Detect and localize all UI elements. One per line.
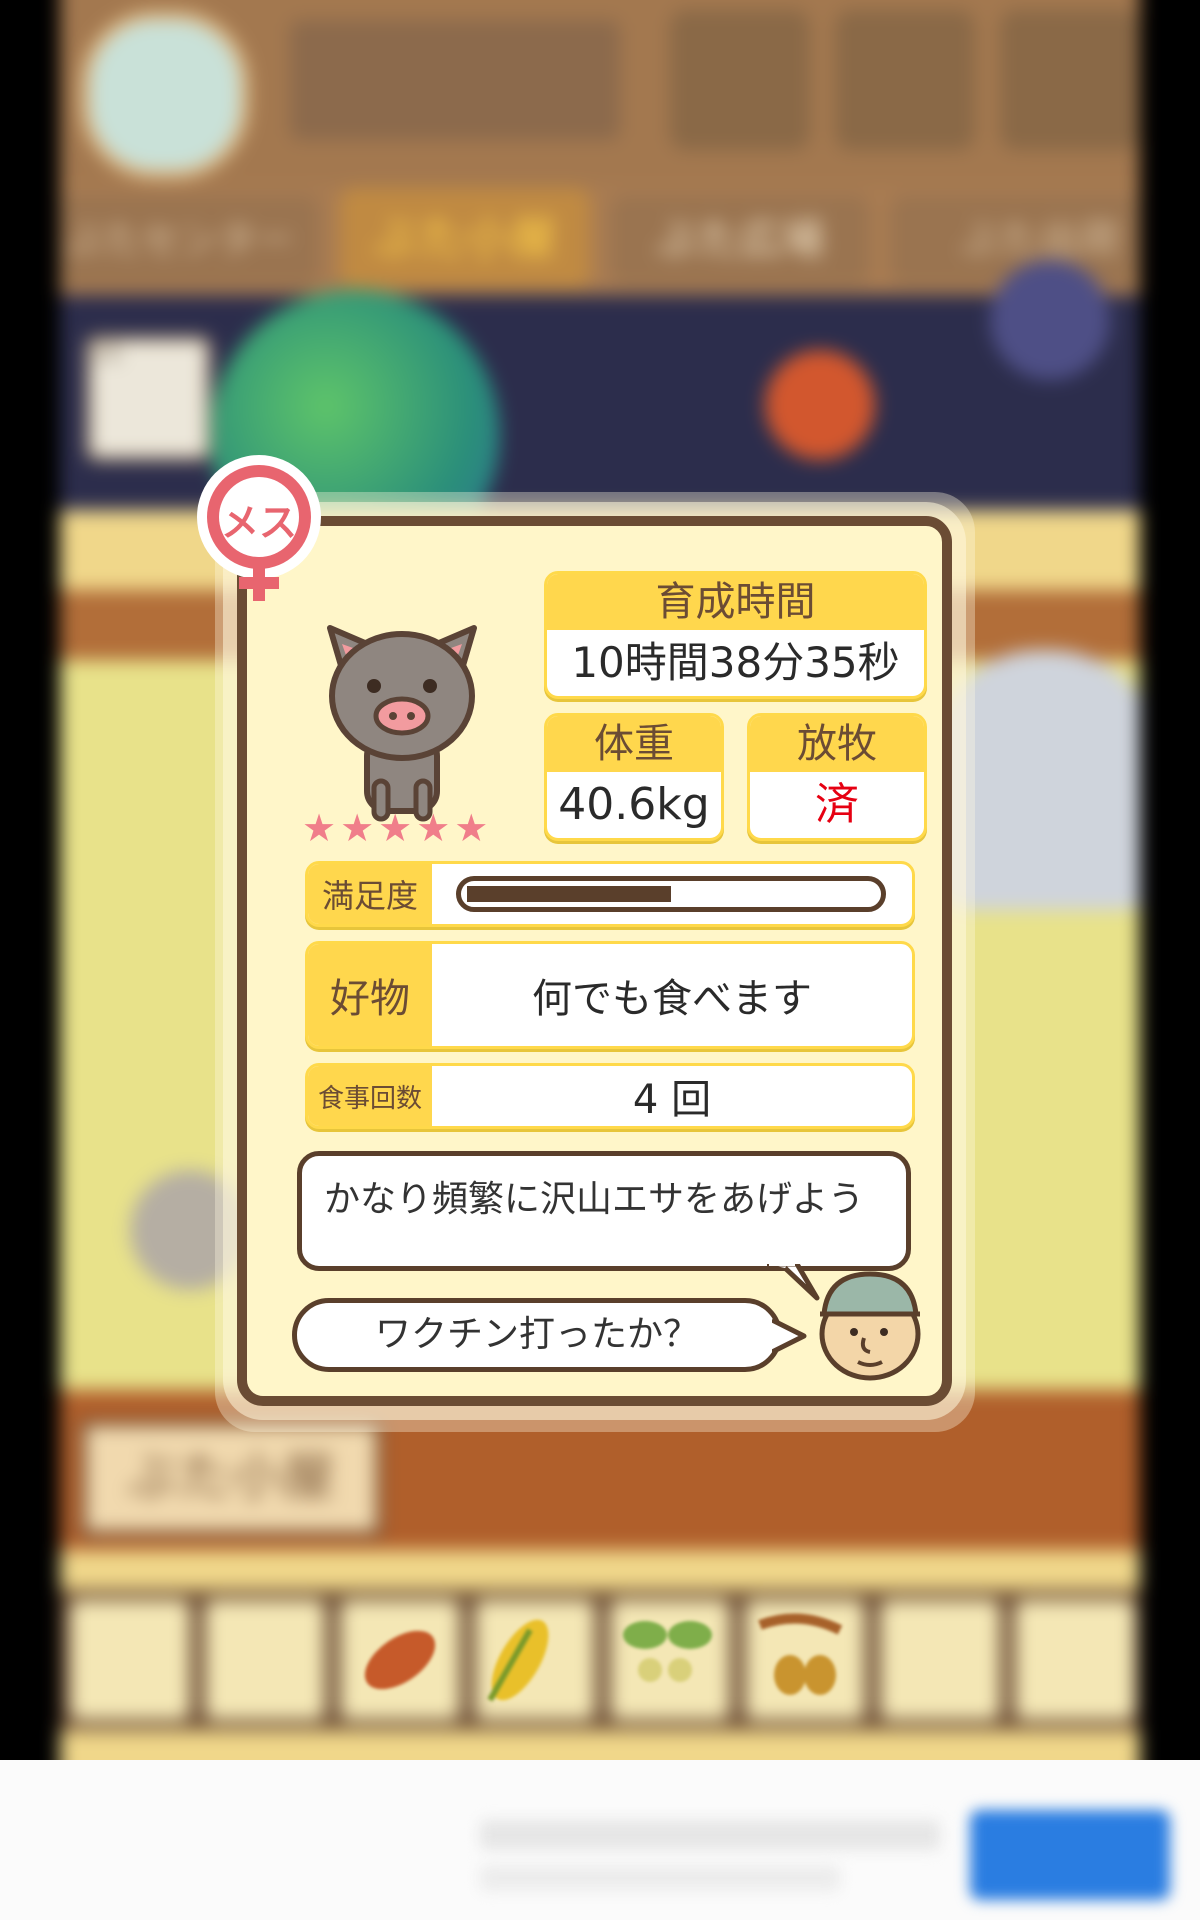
pig-icon: [327, 625, 477, 822]
tab-pig-hut: ぶた小屋: [340, 188, 590, 288]
rearing-time-card: 育成時間 10時間38分35秒: [544, 571, 927, 699]
soybean-plant-icon: [623, 1621, 712, 1682]
farmer-face-icon[interactable]: [814, 1266, 926, 1382]
favorite-food-value: 何でも食べます: [532, 976, 812, 1022]
meal-count-label: 食事回数: [308, 1066, 432, 1126]
moon-planet: [990, 260, 1110, 380]
grazing-value: 済: [815, 779, 859, 830]
farmer-question-bubble[interactable]: ワクチン打ったか？: [292, 1298, 782, 1372]
corn-icon: [487, 1619, 549, 1702]
farmer-question-text: ワクチン打ったか？: [374, 1314, 699, 1355]
menu-button: [1000, 10, 1140, 150]
vaccine-count: 21: [92, 338, 123, 366]
weight-label: 体重: [547, 716, 721, 772]
menu-button: [670, 10, 810, 150]
rearing-time-value: 10時間38分35秒: [571, 638, 900, 687]
acorn-icon: [758, 1613, 843, 1695]
meal-count-row: 食事回数 4 回: [305, 1063, 915, 1129]
ad-banner: [0, 1760, 1200, 1920]
profile-frame: [80, 10, 250, 180]
ad-text-block: [480, 1820, 940, 1850]
hut-sign: ぶた小屋: [80, 1420, 382, 1537]
food-icons-row: [364, 1613, 843, 1702]
gender-badge-label: メス: [220, 501, 297, 545]
satisfaction-fill: [467, 886, 671, 902]
player-name-panel: [290, 20, 620, 140]
menu-button: [835, 10, 975, 150]
farmer-bubble-tail: [772, 1317, 807, 1355]
pig-info-dialog[interactable]: ★★★★★ 育成時間 10時間38分35秒 体重 40.6kg 放牧 済 満足度…: [237, 516, 952, 1406]
meal-count-value: 4 回: [632, 1077, 712, 1123]
sweet-potato-icon: [364, 1630, 436, 1690]
satisfaction-label: 満足度: [308, 864, 432, 924]
mars: [765, 350, 875, 460]
tab-center: ぶたセンター: [40, 195, 320, 285]
grazing-card: 放牧 済: [747, 713, 927, 841]
favorite-food-label: 好物: [308, 944, 432, 1046]
advice-bubble: かなり頻繁に沢山エサをあげよう: [297, 1151, 911, 1271]
advice-text: かなり頻繁に沢山エサをあげよう: [324, 1179, 865, 1220]
rearing-time-label: 育成時間: [547, 574, 924, 630]
favorite-food-row: 好物 何でも食べます: [305, 941, 915, 1049]
weight-value: 40.6kg: [558, 779, 710, 830]
satisfaction-bar: [456, 876, 886, 912]
ad-text-block: [480, 1865, 840, 1891]
weight-card: 体重 40.6kg: [544, 713, 724, 841]
satisfaction-row: 満足度: [305, 861, 915, 927]
ad-cta-button: [970, 1810, 1170, 1900]
rating-stars: ★★★★★: [302, 806, 493, 850]
tab-plaza: ぶた広場: [610, 195, 870, 285]
grazing-label: 放牧: [750, 716, 924, 772]
